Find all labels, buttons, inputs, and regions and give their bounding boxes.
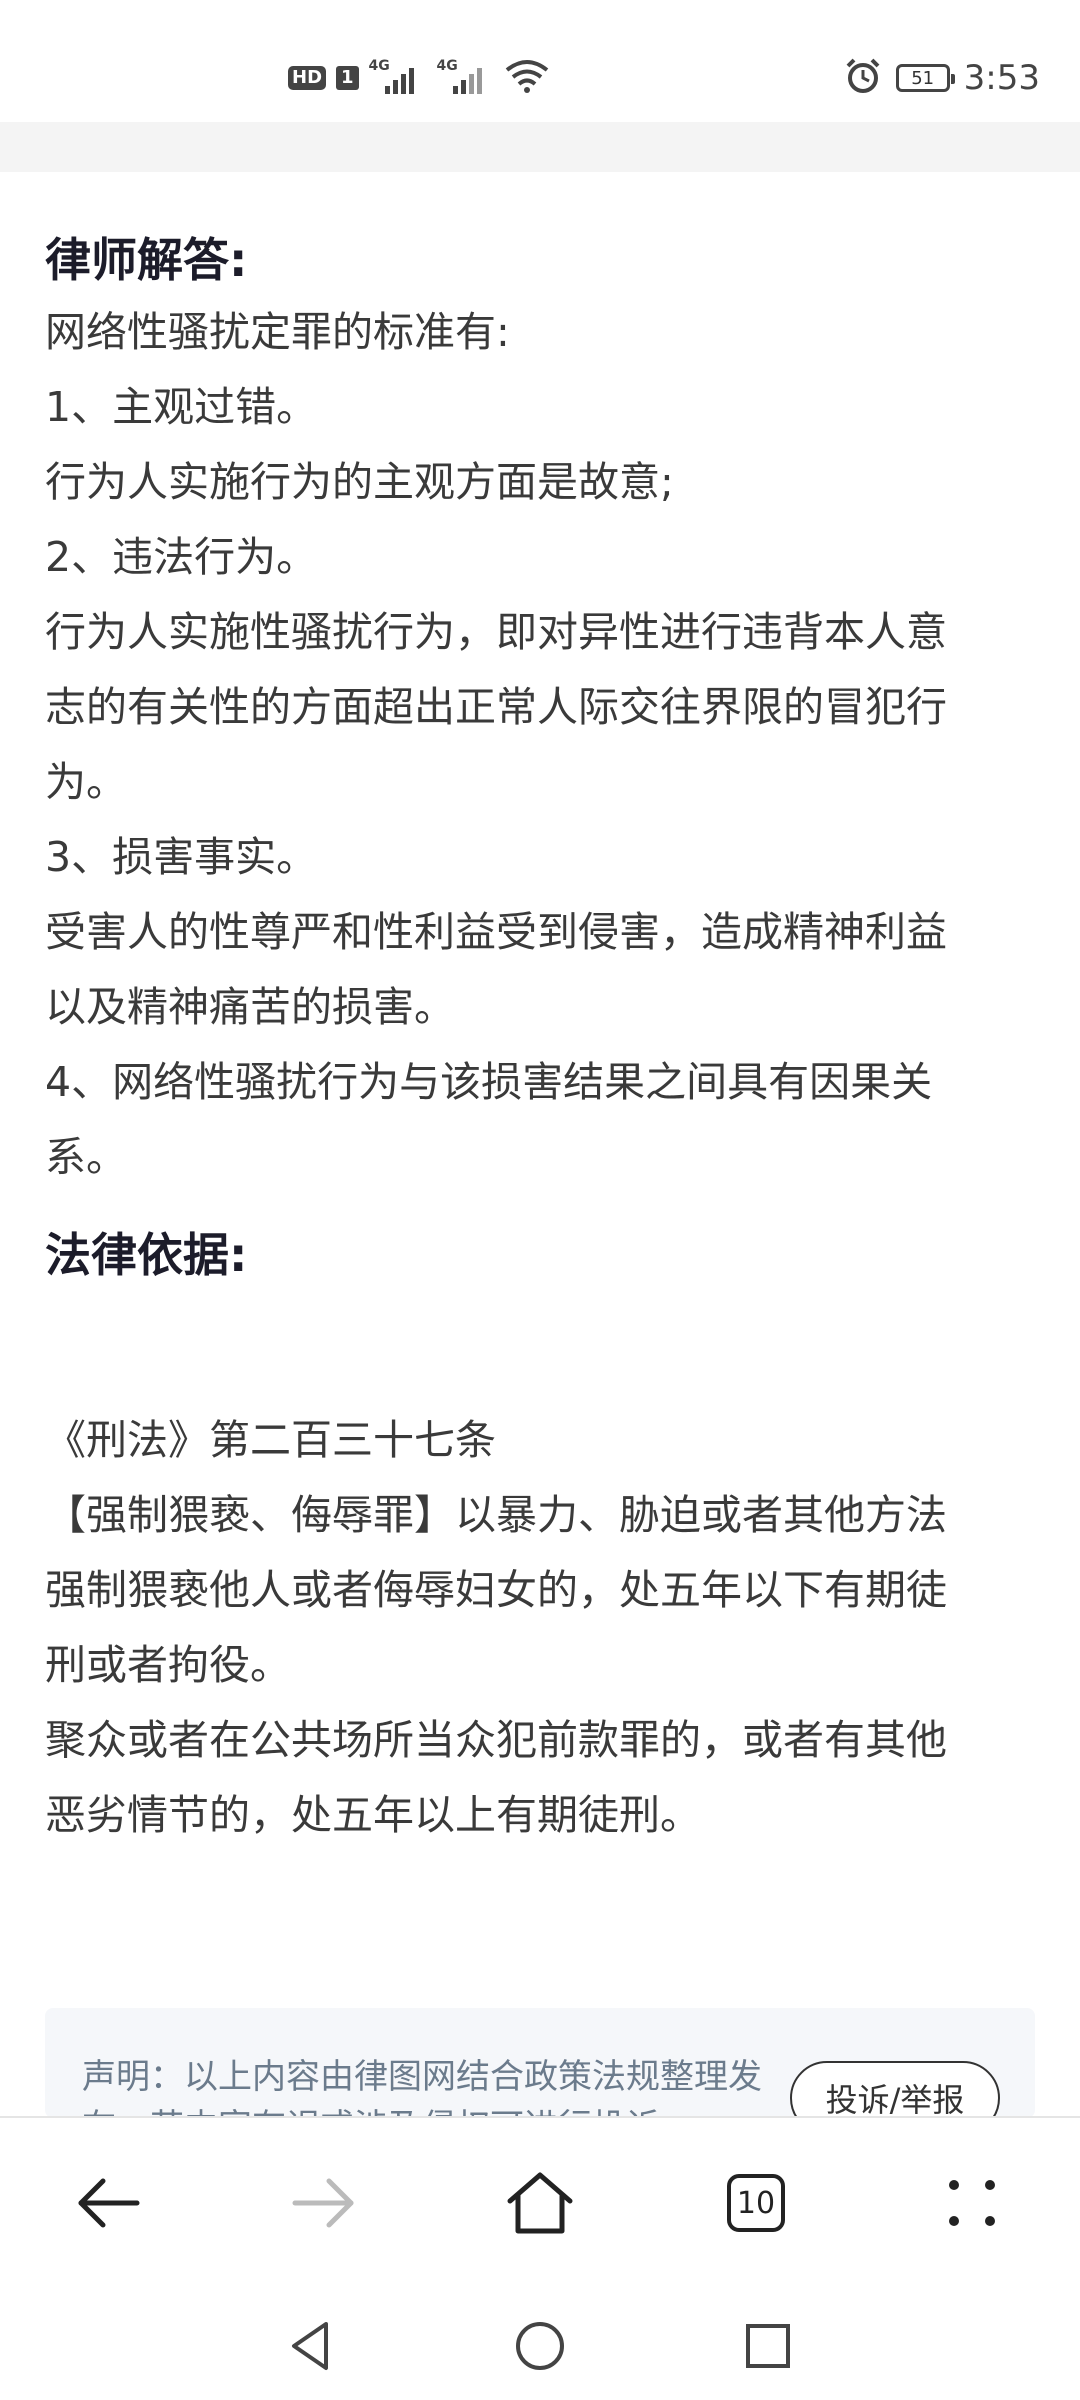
answer-line: 为。 (45, 758, 127, 806)
home-button[interactable] (500, 2163, 580, 2243)
nav-recents-button[interactable] (728, 2306, 808, 2386)
disclaimer-box: 声明：以上内容由律图网结合政策法规整理发布，若内容有误或涉及侵权可进行投诉 投诉… (45, 2008, 1035, 2118)
battery-nub (950, 74, 955, 84)
nav-back-icon (292, 2322, 328, 2370)
answer-line: 2、违法行为。 (45, 533, 318, 581)
nav-back-button[interactable] (270, 2306, 350, 2386)
answer-line: 志的有关性的方面超出正常人际交往界限的冒犯行 (45, 683, 947, 731)
law-line: 强制猥亵他人或者侮辱妇女的，处五年以下有期徒 (45, 1566, 947, 1614)
battery-level: 51 (911, 67, 935, 89)
answer-line: 受害人的性尊严和性利益受到侵害，造成精神利益 (45, 908, 947, 956)
forward-icon (292, 2178, 354, 2228)
wifi-icon (505, 58, 549, 98)
network-type-label: 4G (436, 58, 458, 74)
law-line: 刑或者拘役。 (45, 1641, 291, 1689)
nav-home-button[interactable] (500, 2306, 580, 2386)
nav-home-icon (516, 2322, 564, 2370)
answer-line: 3、损害事实。 (45, 833, 318, 881)
home-icon (507, 2172, 573, 2234)
status-left: HD 1 4G 4G (288, 58, 549, 98)
network-type-label: 4G (368, 58, 390, 74)
law-line: 【强制猥亵、侮辱罪】以暴力、胁迫或者其他方法 (45, 1491, 947, 1539)
menu-icon (949, 2180, 995, 2226)
answer-line: 行为人实施行为的主观方面是故意; (45, 458, 674, 506)
status-right: 51 3:53 (844, 58, 1040, 98)
battery-icon: 51 (895, 64, 955, 92)
page-top-divider (0, 122, 1080, 172)
answer-line: 系。 (45, 1133, 127, 1181)
back-button[interactable] (68, 2163, 148, 2243)
report-button[interactable]: 投诉/举报 (790, 2061, 1000, 2118)
answer-line: 4、网络性骚扰行为与该损害结果之间具有因果关 (45, 1058, 933, 1106)
law-line: 恶劣情节的，处五年以上有期徒刑。 (45, 1791, 701, 1839)
law-line: 聚众或者在公共场所当众犯前款罪的，或者有其他 (45, 1716, 947, 1764)
hd-badge: HD (288, 66, 327, 90)
law-line: 《刑法》第二百三十七条 (45, 1416, 496, 1464)
clock: 3:53 (963, 58, 1040, 98)
answer-heading: 律师解答: (45, 233, 248, 287)
forward-button[interactable] (284, 2163, 364, 2243)
nav-recents-icon (746, 2324, 790, 2368)
signal-icon: 4G (368, 58, 427, 96)
answer-line: 网络性骚扰定罪的标准有: (45, 308, 510, 356)
menu-button[interactable] (932, 2163, 1012, 2243)
back-icon (78, 2178, 140, 2228)
tabs-button[interactable]: 10 (716, 2163, 796, 2243)
law-heading: 法律依据: (45, 1228, 248, 1282)
status-bar: HD 1 4G 4G 51 3:53 (0, 0, 1080, 122)
tabs-icon: 10 (727, 2174, 785, 2232)
signal-icon: 4G (436, 58, 495, 96)
system-nav-bar (0, 2286, 1080, 2400)
disclaimer-text: 声明：以上内容由律图网结合政策法规整理发布，若内容有误或涉及侵权可进行投诉 (82, 2057, 762, 2118)
browser-toolbar: 10 (0, 2116, 1080, 2286)
article-content: 律师解答: 网络性骚扰定罪的标准有: 1、主观过错。 行为人实施行为的主观方面是… (45, 172, 1035, 1853)
answer-line: 以及精神痛苦的损害。 (45, 983, 455, 1031)
sim-badge: 1 (336, 66, 359, 90)
alarm-icon (844, 57, 882, 99)
answer-line: 1、主观过错。 (45, 383, 318, 431)
answer-line: 行为人实施性骚扰行为，即对异性进行违背本人意 (45, 608, 947, 656)
